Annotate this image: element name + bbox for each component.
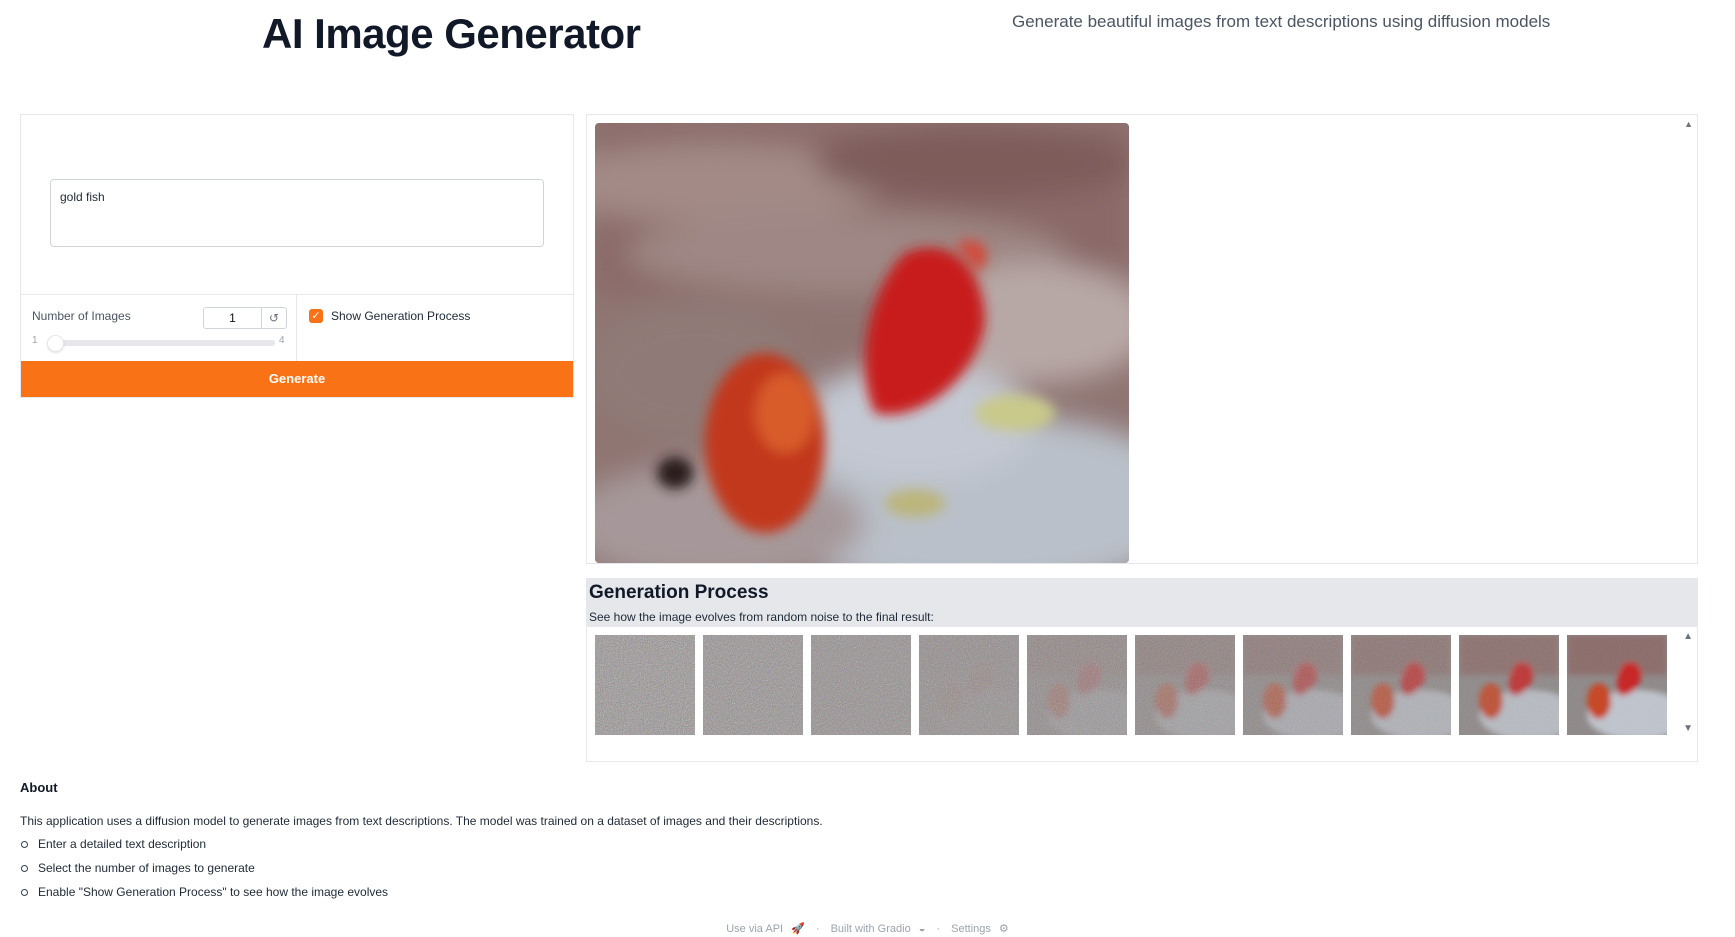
about-list-item: Enter a detailed text description [20, 836, 388, 860]
prompt-block: gold fish [21, 115, 573, 295]
prompt-textarea[interactable]: gold fish [50, 179, 544, 247]
show-process-label[interactable]: Show Generation Process [331, 309, 470, 323]
process-frame[interactable] [1459, 635, 1559, 735]
process-frame[interactable] [1135, 635, 1235, 735]
about-list-item: Enable "Show Generation Process" to see … [20, 884, 388, 908]
about-title: About [20, 780, 58, 795]
generation-process-title: Generation Process [589, 582, 769, 603]
process-frame[interactable] [811, 635, 911, 735]
slider-max-label: 4 [279, 335, 285, 346]
gradio-logo-icon: ◒ [918, 923, 926, 935]
settings-link[interactable]: Settings [951, 923, 991, 935]
show-process-block: ✓ Show Generation Process [297, 295, 573, 361]
process-frame[interactable] [595, 635, 695, 735]
slider-thumb[interactable] [47, 335, 64, 352]
generated-image[interactable] [595, 123, 1129, 563]
about-list: Enter a detailed text description Select… [20, 836, 388, 908]
show-process-checkbox[interactable]: ✓ [309, 309, 323, 323]
generate-button[interactable]: Generate [21, 361, 573, 397]
process-frames-gallery [595, 635, 1675, 735]
process-frame[interactable] [1027, 635, 1127, 735]
process-frame[interactable] [919, 635, 1019, 735]
scroll-up-icon[interactable]: ▲ [1683, 631, 1693, 642]
number-of-images-block: Number of Images 1 ↺ 1 4 [21, 295, 297, 361]
about-text: This application uses a diffusion model … [20, 814, 823, 828]
number-of-images-value[interactable]: 1 [204, 308, 261, 328]
page-title: AI Image Generator [262, 10, 641, 57]
generation-process-header: Generation Process See how the image evo… [587, 579, 1697, 627]
number-of-images-slider[interactable] [53, 340, 275, 346]
footer: Use via API 🚀 · Built with Gradio ◒ · Sett… [0, 922, 1735, 935]
page-subtitle: Generate beautiful images from text desc… [1012, 12, 1551, 31]
refresh-icon[interactable]: ↺ [261, 308, 286, 328]
number-of-images-label: Number of Images [32, 309, 131, 323]
footer-separator: · [936, 923, 941, 935]
number-of-images-input[interactable]: 1 ↺ [203, 307, 287, 329]
generation-process-panel: Generation Process See how the image evo… [586, 578, 1698, 762]
scroll-up-icon[interactable]: ▲ [1684, 119, 1693, 129]
rocket-icon: 🚀 [791, 923, 805, 935]
process-frame[interactable] [1567, 635, 1667, 735]
gear-icon: ⚙ [998, 923, 1009, 935]
output-image-panel: ▲ [586, 114, 1698, 564]
process-frame[interactable] [1243, 635, 1343, 735]
controls-panel: gold fish Number of Images 1 ↺ 1 4 ✓ Sho… [20, 114, 574, 398]
footer-separator: · [815, 923, 820, 935]
use-via-api-link[interactable]: Use via API [726, 923, 783, 935]
process-frame[interactable] [703, 635, 803, 735]
generation-process-description: See how the image evolves from random no… [589, 610, 934, 624]
about-list-item: Select the number of images to generate [20, 860, 388, 884]
process-frame[interactable] [1351, 635, 1451, 735]
slider-min-label: 1 [32, 335, 38, 346]
scroll-down-icon[interactable]: ▼ [1683, 723, 1693, 734]
built-with-gradio-link[interactable]: Built with Gradio [831, 923, 911, 935]
